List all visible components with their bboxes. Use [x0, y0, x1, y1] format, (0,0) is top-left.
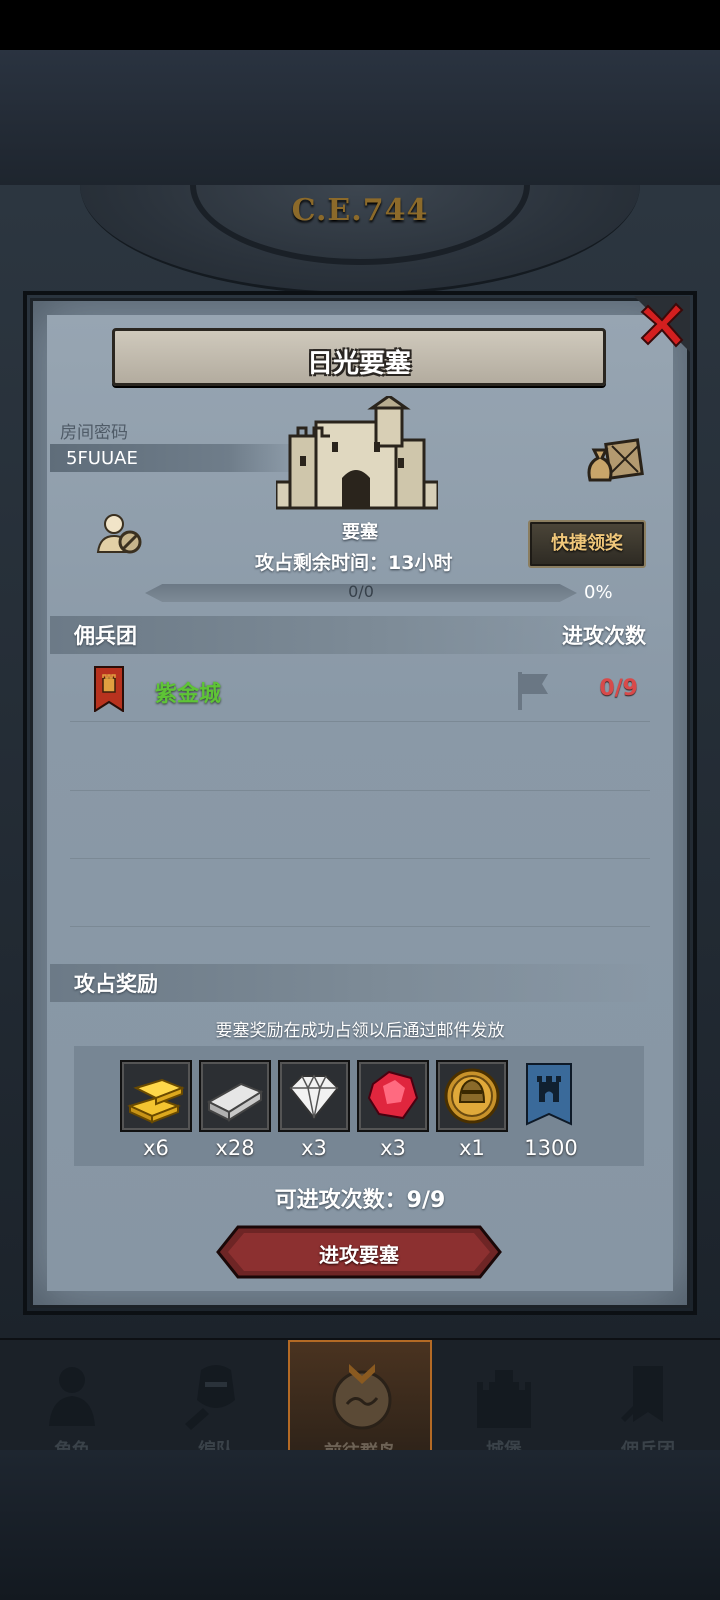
ruby-icon — [367, 1070, 419, 1120]
reward-qty: x28 — [215, 1136, 255, 1160]
reward-note: 要塞奖励在成功占领以后通过邮件发放 — [215, 1021, 505, 1041]
capture-time-remaining: 攻占剩余时间：13小时 — [255, 552, 453, 574]
dialog-title: 日光要塞 — [306, 349, 411, 379]
list-divider — [70, 858, 650, 859]
compass-icon — [332, 1364, 392, 1430]
capture-progress-text: 0/0 — [348, 582, 374, 601]
close-button[interactable] — [634, 296, 690, 352]
room-password-label: 房间密码 — [60, 423, 128, 443]
list-divider — [70, 926, 650, 927]
loot-bag-icon[interactable] — [584, 436, 644, 486]
list-divider — [70, 790, 650, 791]
reward-item[interactable] — [436, 1060, 508, 1132]
reward-qty: 1300 — [524, 1136, 578, 1160]
mercenary-row[interactable]: 紫金城 0/9 — [70, 656, 650, 722]
reward-section-title: 攻占奖励 — [74, 972, 158, 996]
mercenary-attack-count: 0/9 — [599, 676, 638, 701]
mercenary-section-title: 佣兵团 — [74, 624, 137, 648]
formation-icon — [185, 1365, 235, 1430]
attack-count-header: 进攻次数 — [562, 624, 646, 648]
reward-item[interactable] — [515, 1060, 587, 1132]
close-icon — [634, 296, 690, 352]
knight-medal-icon — [444, 1068, 500, 1124]
background-top — [0, 50, 720, 185]
diamond-icon — [288, 1074, 340, 1120]
attack-button-label: 进攻要塞 — [319, 1243, 399, 1267]
background-bottom — [0, 1450, 720, 1600]
era-year: C.E.744 — [291, 193, 429, 228]
fortress-type-label: 要塞 — [342, 522, 378, 543]
reward-qty: x3 — [380, 1136, 406, 1160]
reward-qty: x3 — [301, 1136, 327, 1160]
guild-banner-icon — [526, 1063, 572, 1126]
reward-qty: x1 — [459, 1136, 485, 1160]
mercenary-section-bar — [50, 616, 650, 654]
blocked-user-icon[interactable] — [96, 512, 144, 556]
fortress-castle-icon — [274, 394, 440, 512]
status-bar — [0, 0, 720, 50]
quick-claim-button[interactable]: 快捷领奖 — [528, 520, 646, 568]
reward-item[interactable] — [278, 1060, 350, 1132]
guild-banner-icon — [94, 666, 124, 713]
room-password-value: 5FUUAE — [66, 448, 138, 469]
attack-remaining: 可进攻次数：9/9 — [274, 1188, 446, 1213]
attack-fortress-button[interactable]: 进攻要塞 — [216, 1225, 502, 1279]
gold-bar-icon — [127, 1078, 185, 1124]
iron-ingot-icon — [206, 1082, 264, 1122]
reward-item[interactable] — [357, 1060, 429, 1132]
bottom-nav: 角色 编队 前往群岛 城堡 佣兵团 — [0, 1338, 720, 1470]
reward-item[interactable] — [120, 1060, 192, 1132]
reward-qty: x6 — [143, 1136, 169, 1160]
mercenary-icon — [621, 1366, 663, 1422]
reward-item[interactable] — [199, 1060, 271, 1132]
castle-icon — [477, 1370, 531, 1428]
mercenary-name: 紫金城 — [155, 682, 222, 707]
flag-icon — [516, 670, 550, 710]
capture-progress-percent: 0% — [584, 582, 613, 603]
title-banner: 日光要塞 — [112, 328, 606, 386]
quick-claim-label: 快捷领奖 — [551, 533, 623, 554]
character-icon — [49, 1367, 95, 1426]
